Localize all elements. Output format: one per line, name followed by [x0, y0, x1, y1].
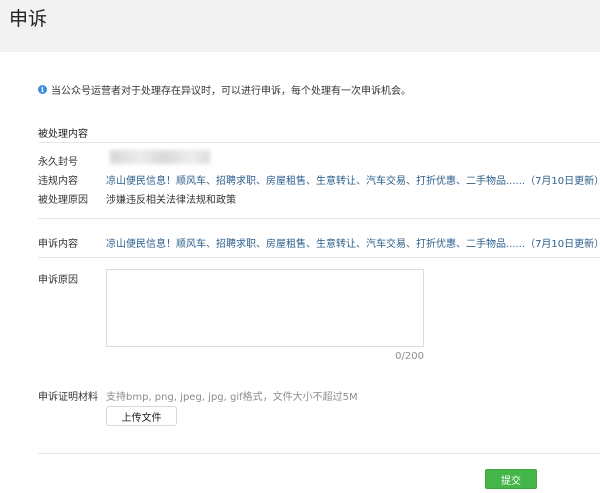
appeal-content-value[interactable]: 凉山便民信息！顺风车、招聘求职、房屋租售、生意转让、汽车交易、打折优惠、二手物品…	[106, 235, 600, 250]
processed-section-title: 被处理内容	[38, 129, 88, 140]
notice-text: 当公众号运营者对于处理存在异议时，可以进行申诉，每个处理有一次申诉机会。	[51, 86, 411, 97]
info-icon: i	[38, 85, 47, 94]
divider	[38, 218, 600, 219]
divider	[38, 453, 600, 454]
submit-button[interactable]: 提交	[485, 469, 537, 489]
reason-label: 被处理原因	[38, 195, 88, 206]
divider	[38, 257, 600, 258]
penalty-label: 永久封号	[38, 157, 78, 168]
appeal-reason-textarea[interactable]	[106, 269, 424, 347]
notice: i 当公众号运营者对于处理存在异议时，可以进行申诉，每个处理有一次申诉机会。	[38, 82, 411, 97]
penalty-duration-redacted	[110, 150, 210, 164]
appeal-reason-label: 申诉原因	[38, 275, 78, 286]
page-title: 申诉	[9, 8, 48, 30]
appeal-content-label: 申诉内容	[38, 239, 78, 250]
violation-content-value[interactable]: 凉山便民信息！顺风车、招聘求职、房屋租售、生意转让、汽车交易、打折优惠、二手物品…	[106, 172, 600, 187]
upload-file-button[interactable]: 上传文件	[106, 406, 177, 426]
appeal-card: i 当公众号运营者对于处理存在异议时，可以进行申诉，每个处理有一次申诉机会。 被…	[0, 52, 600, 493]
reason-value: 涉嫌违反相关法律法规和政策	[106, 195, 236, 206]
char-counter: 0/200	[395, 351, 424, 362]
evidence-hint: 支持bmp, png, jpeg, jpg, gif格式，文件大小不超过5M	[106, 392, 358, 403]
violation-content-label: 违规内容	[38, 176, 78, 187]
evidence-label: 申诉证明材料	[38, 392, 98, 403]
divider	[38, 142, 600, 143]
